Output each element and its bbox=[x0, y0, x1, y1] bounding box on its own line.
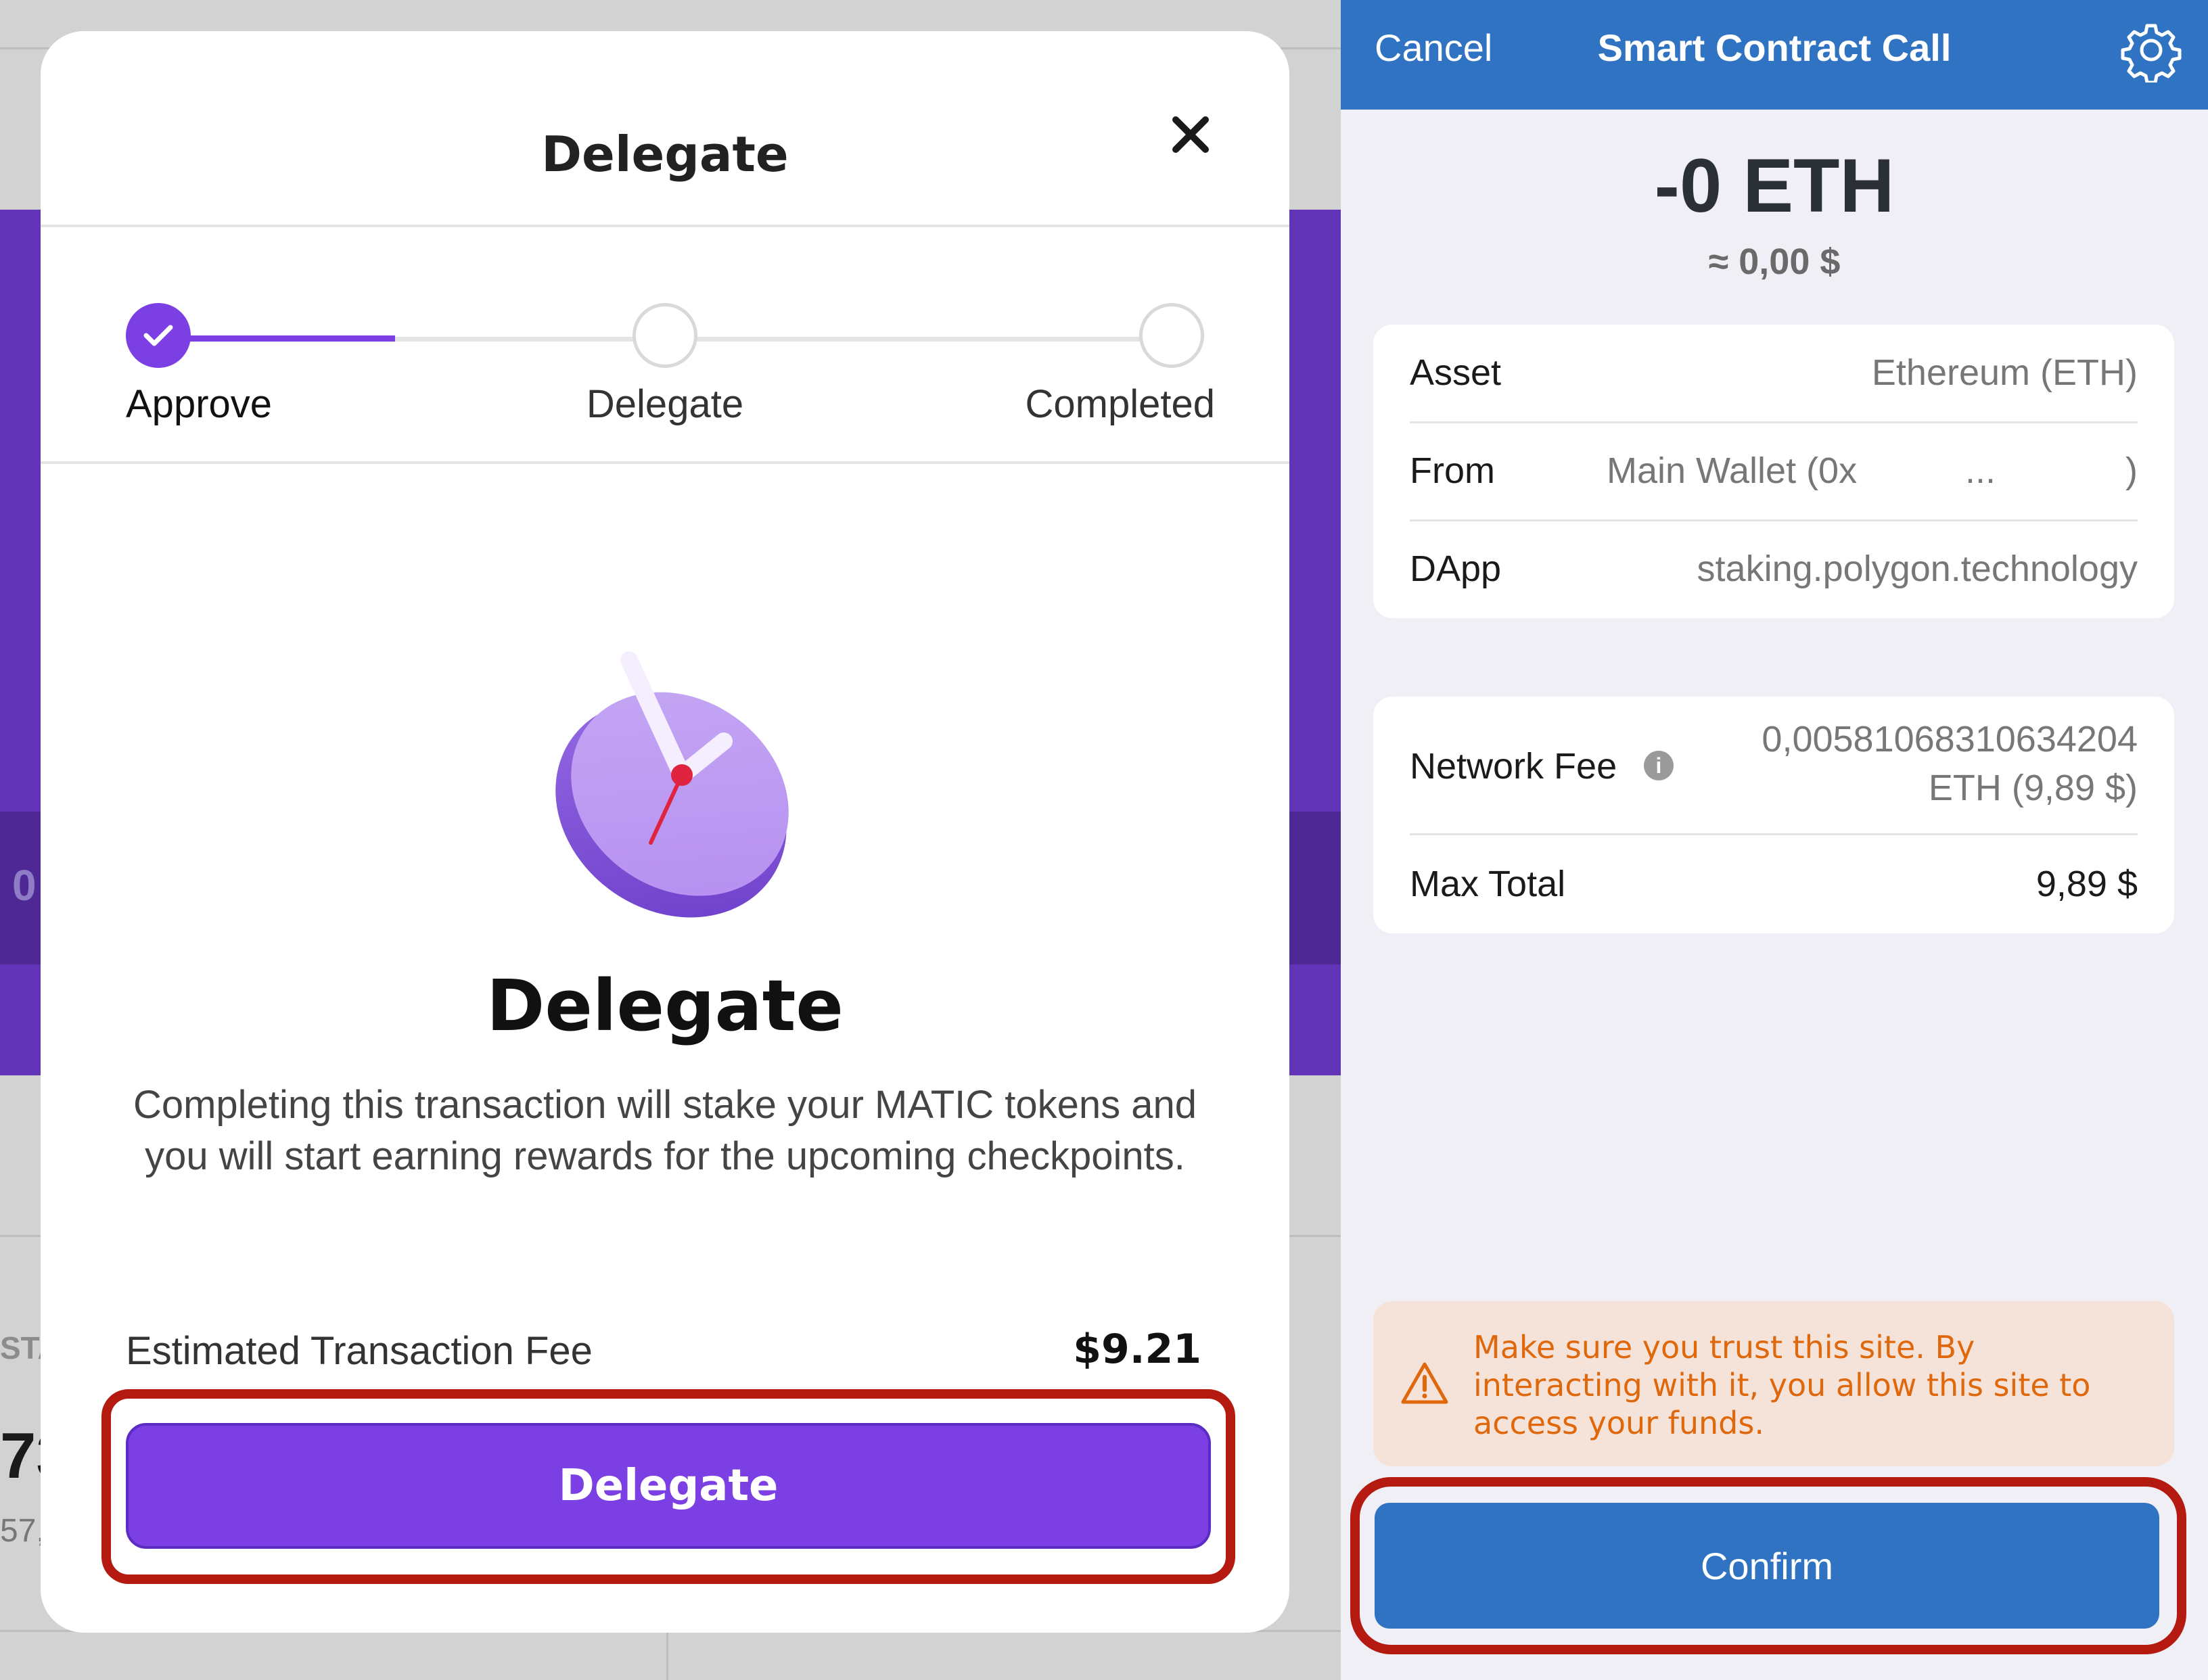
delegate-button[interactable]: Delegate bbox=[126, 1423, 1211, 1549]
network-fee-value: 0,00581068310634204 bbox=[1762, 719, 2138, 760]
section-description: Completing this transaction will stake y… bbox=[133, 1083, 1197, 1178]
close-icon[interactable] bbox=[1160, 104, 1221, 165]
warning-text: Make sure you trust this site. By intera… bbox=[1473, 1329, 2091, 1441]
dapp-label: DApp bbox=[1410, 549, 1502, 589]
step-label-approve: Approve bbox=[126, 382, 273, 426]
step-completed-indicator bbox=[1139, 303, 1204, 368]
asset-label: Asset bbox=[1410, 352, 1502, 393]
wallet-panel: Cancel Smart Contract Call -0 ETH ≈ 0,00… bbox=[1341, 0, 2208, 1680]
transaction-amount-fiat: ≈ 0,00 $ bbox=[1708, 241, 1841, 282]
background-divider bbox=[666, 1630, 668, 1680]
network-fee-label: Network Fee bbox=[1410, 746, 1617, 787]
from-label: From bbox=[1410, 450, 1495, 491]
card-divider bbox=[1410, 833, 2138, 835]
warning-icon bbox=[1401, 1362, 1448, 1404]
info-icon[interactable]: i bbox=[1644, 751, 1674, 780]
transaction-amount: -0 ETH bbox=[1654, 143, 1895, 228]
from-value: Main Wallet (0x bbox=[1607, 450, 1858, 491]
delegate-modal: Delegate Approve Delegate Completed Dele… bbox=[41, 31, 1289, 1633]
step-label-completed: Completed bbox=[1025, 382, 1215, 426]
fee-card: Network Fee i 0,00581068310634204 ETH (9… bbox=[1373, 697, 2174, 933]
step-approve-indicator bbox=[126, 303, 191, 368]
card-divider bbox=[1410, 421, 2138, 423]
asset-value: Ethereum (ETH) bbox=[1871, 352, 2138, 393]
gear-icon[interactable] bbox=[2119, 18, 2184, 83]
modal-divider bbox=[41, 225, 1289, 227]
confirm-button[interactable]: Confirm bbox=[1375, 1503, 2159, 1629]
stepper-progress bbox=[158, 335, 395, 342]
wallet-header: Cancel Smart Contract Call bbox=[1341, 0, 2208, 110]
clock-icon bbox=[555, 651, 789, 918]
step-label-delegate: Delegate bbox=[586, 382, 744, 426]
max-total-value: 9,89 $ bbox=[2036, 864, 2138, 904]
max-total-label: Max Total bbox=[1410, 864, 1566, 904]
section-heading: Delegate bbox=[486, 964, 844, 1047]
fee-value: $9.21 bbox=[1073, 1326, 1201, 1373]
fee-label: Estimated Transaction Fee bbox=[126, 1329, 593, 1373]
dapp-value: staking.polygon.technology bbox=[1697, 549, 2138, 589]
warning-box: Make sure you trust this site. By intera… bbox=[1373, 1301, 2174, 1466]
wallet-title: Smart Contract Call bbox=[1597, 26, 1952, 69]
background-fragment: 0 bbox=[12, 861, 37, 910]
network-fee-value-fiat: ETH (9,89 $) bbox=[1928, 768, 2138, 808]
modal-divider bbox=[41, 461, 1289, 464]
details-card: Asset Ethereum (ETH) From Main Wallet (0… bbox=[1373, 325, 2174, 618]
from-value-ellipsis: ... bbox=[1965, 450, 1996, 491]
checkmark-icon bbox=[143, 325, 173, 346]
card-divider bbox=[1410, 519, 2138, 521]
modal-title: Delegate bbox=[541, 126, 789, 183]
step-delegate-indicator bbox=[632, 303, 697, 368]
from-value-suffix: ) bbox=[2125, 450, 2138, 491]
